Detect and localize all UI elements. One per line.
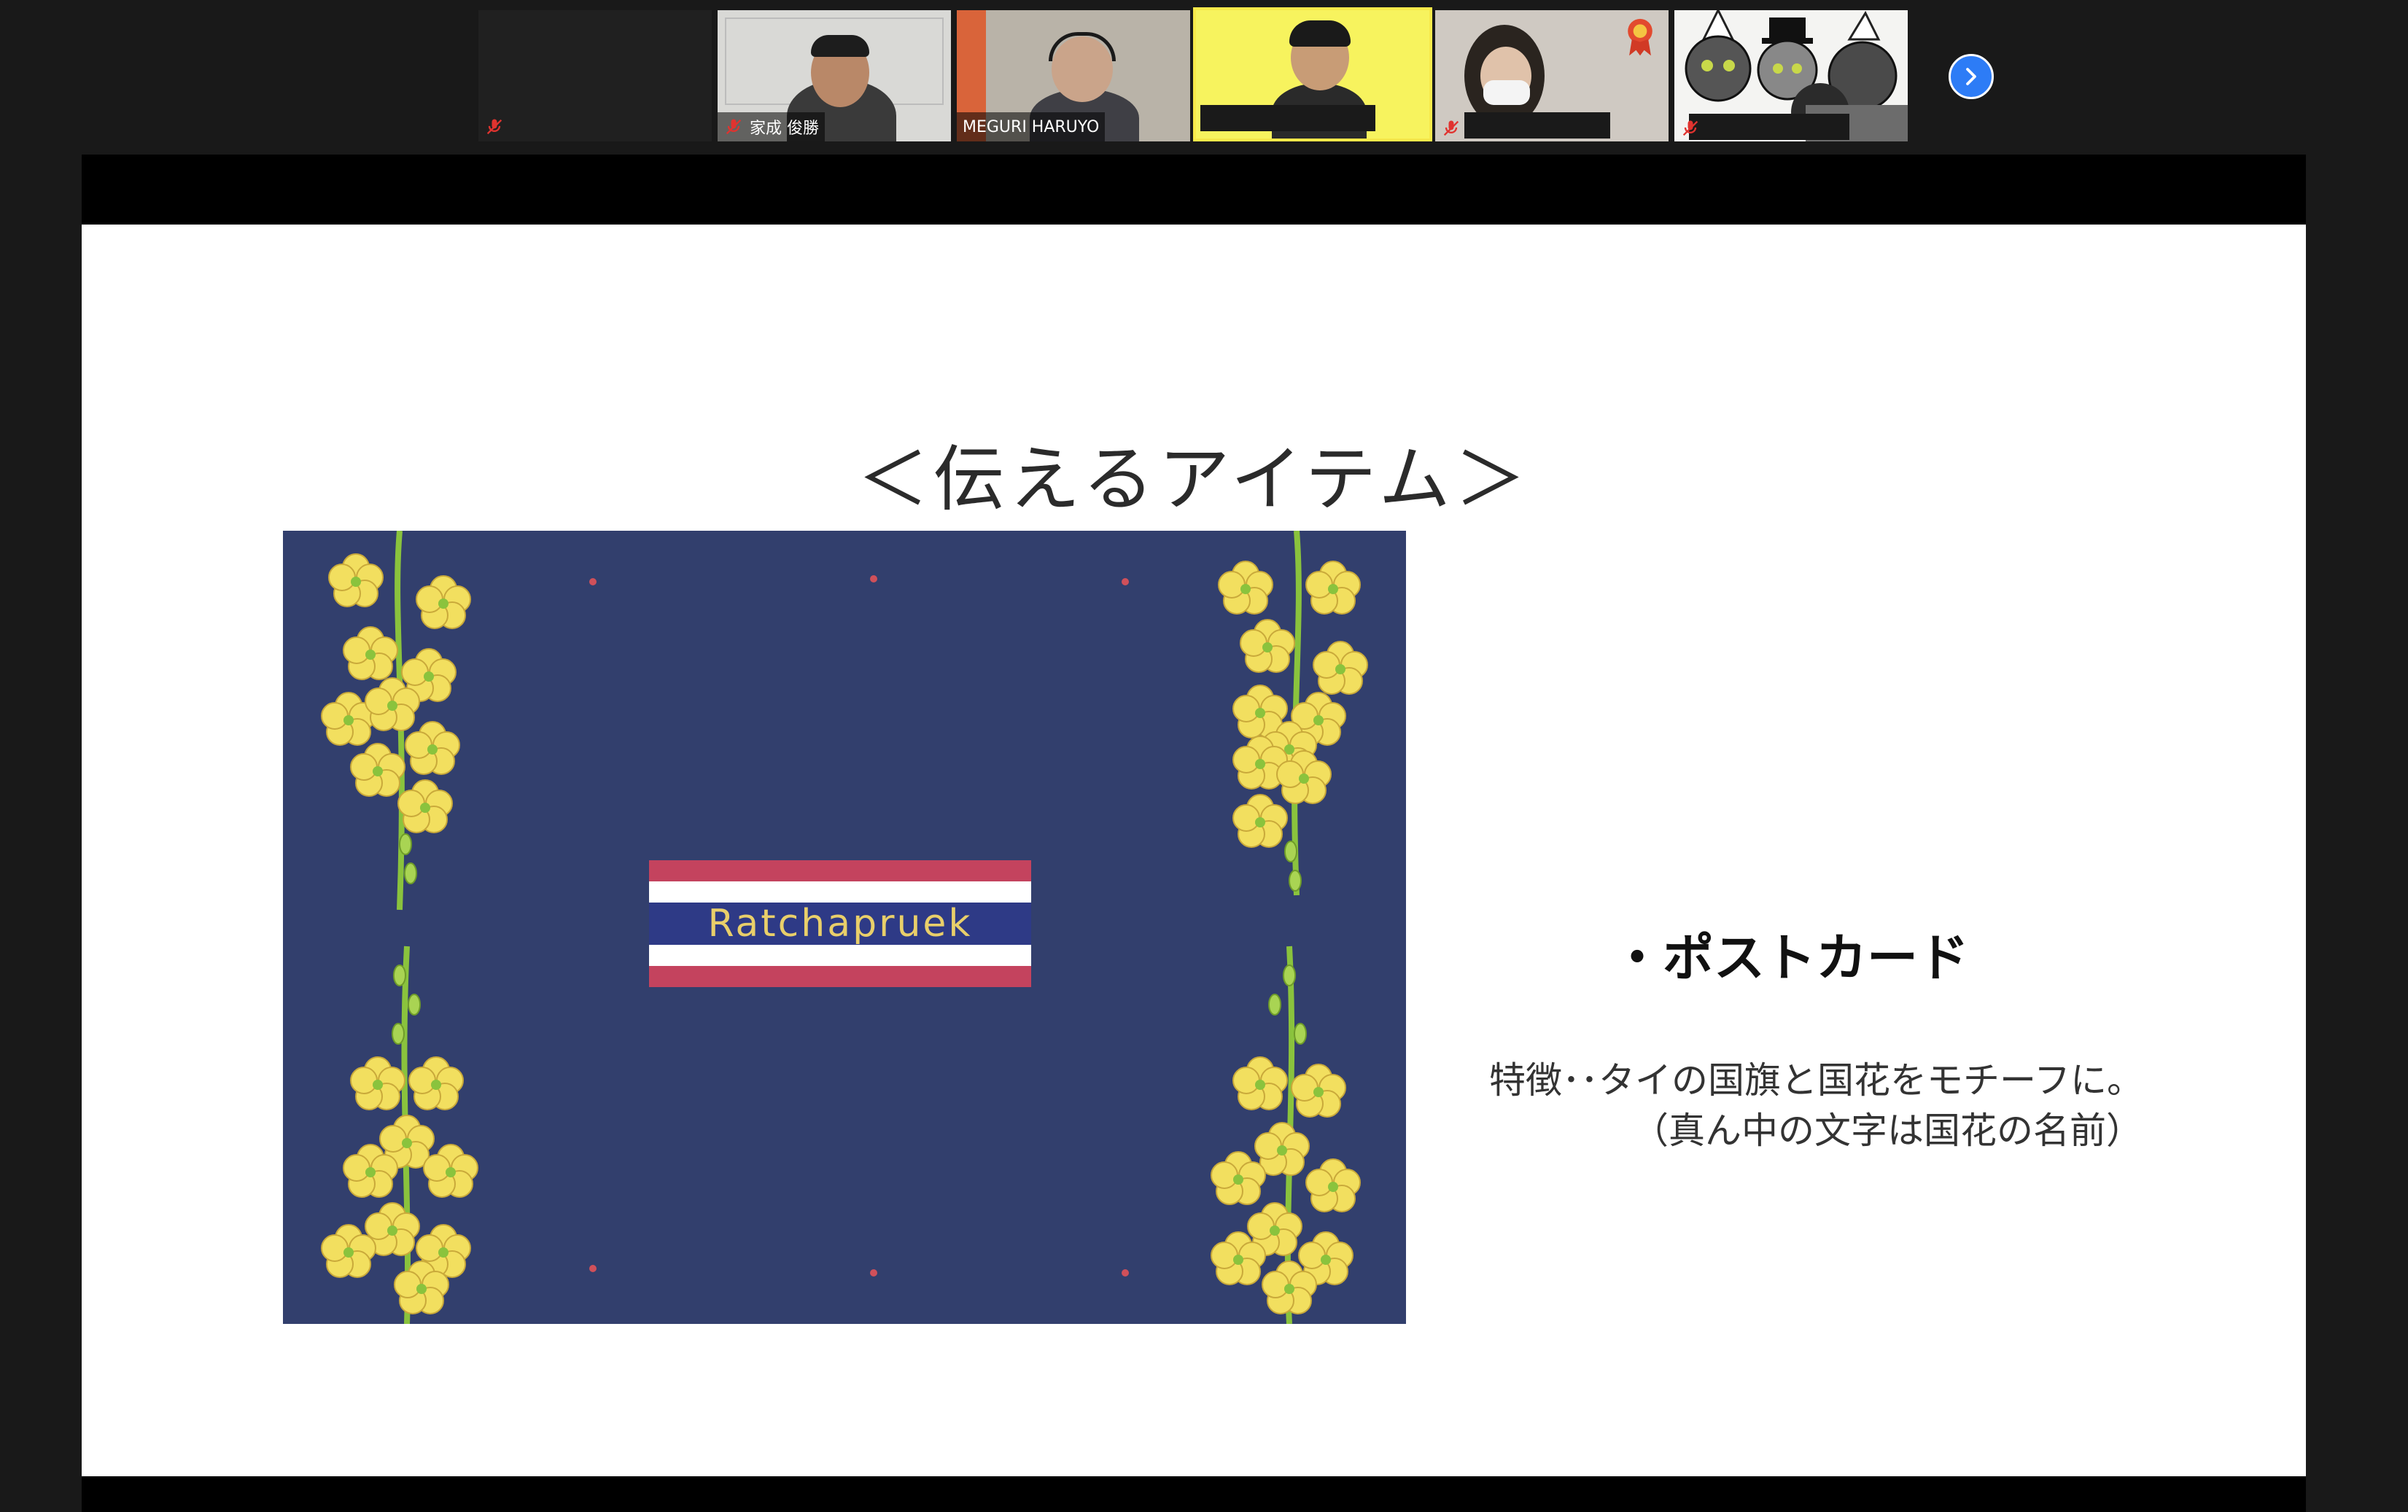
muted-mic-icon [1443, 120, 1459, 136]
name-bar [478, 112, 516, 141]
redacted-name-bar [1200, 105, 1375, 131]
participant-tile-active[interactable] [1193, 7, 1432, 141]
participant-tile[interactable] [478, 10, 712, 141]
redacted-name-bar [1464, 112, 1610, 139]
redacted-name-bar [1689, 114, 1849, 140]
muted-mic-icon [726, 119, 742, 135]
flag-text: Ratchapruek [707, 902, 973, 946]
chevron-right-icon [1966, 68, 1976, 85]
bullet-heading: ・ポストカード [1612, 928, 1969, 988]
muted-mic-icon [1682, 120, 1698, 136]
award-badge-icon [1628, 18, 1652, 56]
participant-tile[interactable] [1435, 10, 1669, 141]
participant-tile[interactable]: 家成 俊勝 [718, 10, 951, 141]
participant-video [1289, 20, 1351, 47]
participant-video [811, 35, 869, 57]
headset-icon [1049, 32, 1116, 61]
slide-description: 特徴･･タイの国旗と国花をモチーフに。 （真ん中の文字は国花の名前） [1489, 1056, 2262, 1156]
postcard-image: Ratchapruek [283, 531, 1406, 1324]
participant-name: 家成 俊勝 [750, 120, 819, 138]
shared-screen: ＜伝えるアイテム＞ Ratchapruek ・ポストカード 特徴･･タイの国旗と… [82, 155, 2306, 1512]
thai-flag: Ratchapruek [649, 860, 1031, 987]
description-line: （真ん中の文字は国花の名前） [1632, 1110, 2143, 1152]
description-line: 特徴･･タイの国旗と国花をモチーフに。 [1489, 1059, 2143, 1102]
presentation-slide: ＜伝えるアイテム＞ Ratchapruek ・ポストカード 特徴･･タイの国旗と… [82, 225, 2306, 1476]
mask [1483, 80, 1530, 105]
muted-mic-icon [486, 119, 502, 135]
name-bar: MEGURI HARUYO [957, 112, 1106, 141]
slide-title: ＜伝えるアイテム＞ [857, 438, 1531, 521]
participant-tile[interactable]: MEGURI HARUYO [957, 10, 1190, 141]
next-page-button[interactable] [1949, 54, 1994, 99]
participant-name: MEGURI HARUYO [963, 117, 1100, 136]
participant-tile[interactable] [1674, 10, 1908, 141]
name-bar: 家成 俊勝 [718, 112, 825, 141]
participant-gallery: 家成 俊勝 MEGURI HARUYO [0, 0, 2408, 149]
